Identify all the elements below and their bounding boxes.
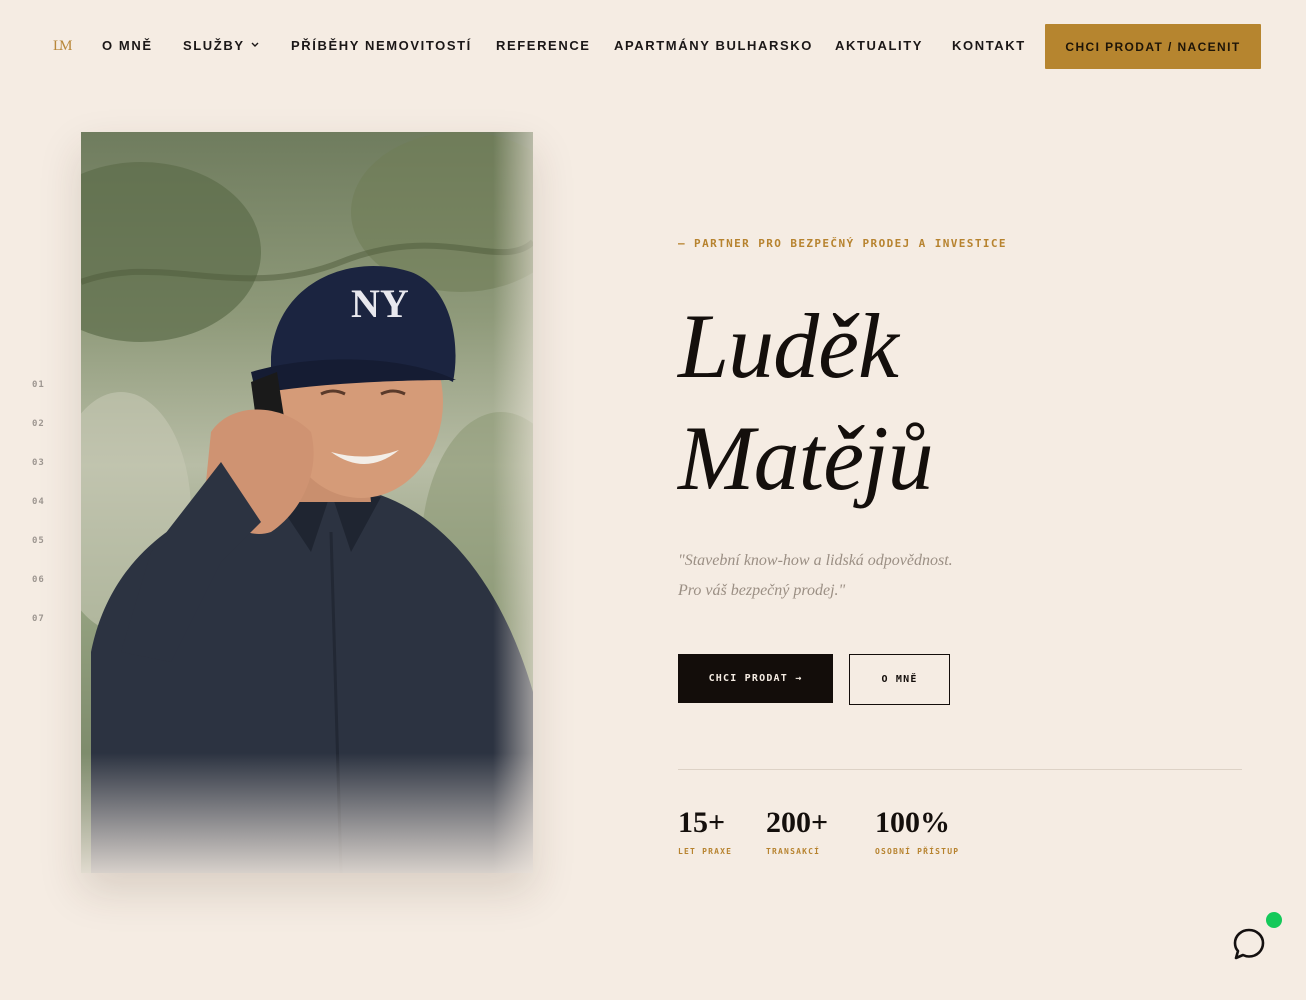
section-indicator-06[interactable]: 06 — [32, 575, 52, 585]
section-indicator-07[interactable]: 07 — [32, 614, 52, 624]
chevron-down-icon — [251, 42, 259, 48]
stat-label-years: LET PRAXE — [678, 847, 733, 856]
nav-item-label: SLUŽBY — [183, 38, 245, 53]
stat-value-personal: 100% — [875, 806, 950, 839]
chat-online-indicator — [1266, 912, 1282, 928]
photo-fade-overlay-right — [493, 132, 533, 873]
hero-first-name: Luděk — [678, 295, 899, 397]
logo-monogram: LM — [53, 38, 72, 54]
photo-fade-overlay — [81, 753, 533, 873]
section-indicator-01[interactable]: 01 — [32, 380, 52, 390]
hero-quote-line-2: Pro váš bezpečný prodej." — [678, 582, 846, 599]
stat-value-transactions: 200+ — [766, 806, 829, 839]
section-indicator-02[interactable]: 02 — [32, 419, 52, 429]
stat-label-transactions: TRANSAKCÍ — [766, 847, 821, 856]
sell-button[interactable]: CHCI PRODAT → — [678, 654, 833, 703]
brand-logo[interactable]: LM — [53, 34, 75, 58]
stats-divider — [678, 769, 1242, 770]
section-indicator-05[interactable]: 05 — [32, 536, 52, 546]
nav-item-reference[interactable]: REFERENCE — [496, 38, 591, 53]
nav-item-sluzby[interactable]: SLUŽBY — [183, 38, 259, 53]
portrait-photo: NY — [81, 132, 533, 873]
nav-item-kontakt[interactable]: KONTAKT — [952, 38, 1026, 53]
stat-label-personal: OSOBNÍ PŘÍSTUP — [875, 847, 960, 856]
hero-eyebrow: — PARTNER PRO BEZPEČNÝ PRODEJ A INVESTIC… — [678, 237, 1007, 250]
nav-item-aktuality[interactable]: AKTUALITY — [835, 38, 923, 53]
sell-appraise-button[interactable]: CHCI PRODAT / NACENIT — [1045, 24, 1261, 69]
nav-item-apartmany-bulharsko[interactable]: APARTMÁNY BULHARSKO — [614, 38, 813, 53]
chat-bubble-icon[interactable] — [1232, 927, 1266, 961]
site-header: LM O MNĚ SLUŽBY PŘÍBĚHY NEMOVITOSTÍ REFE… — [0, 0, 1306, 92]
nav-item-pribehy-nemovitosti[interactable]: PŘÍBĚHY NEMOVITOSTÍ — [291, 38, 472, 53]
svg-text:NY: NY — [351, 281, 409, 326]
stat-value-years: 15+ — [678, 806, 726, 839]
about-me-button[interactable]: O MNĚ — [849, 654, 950, 705]
section-indicator-04[interactable]: 04 — [32, 497, 52, 507]
hero-quote-line-1: "Stavební know-how a lidská odpovědnost. — [678, 552, 953, 569]
section-indicator-03[interactable]: 03 — [32, 458, 52, 468]
hero-last-name: Matějů — [678, 407, 934, 509]
nav-item-o-mne[interactable]: O MNĚ — [102, 38, 153, 53]
